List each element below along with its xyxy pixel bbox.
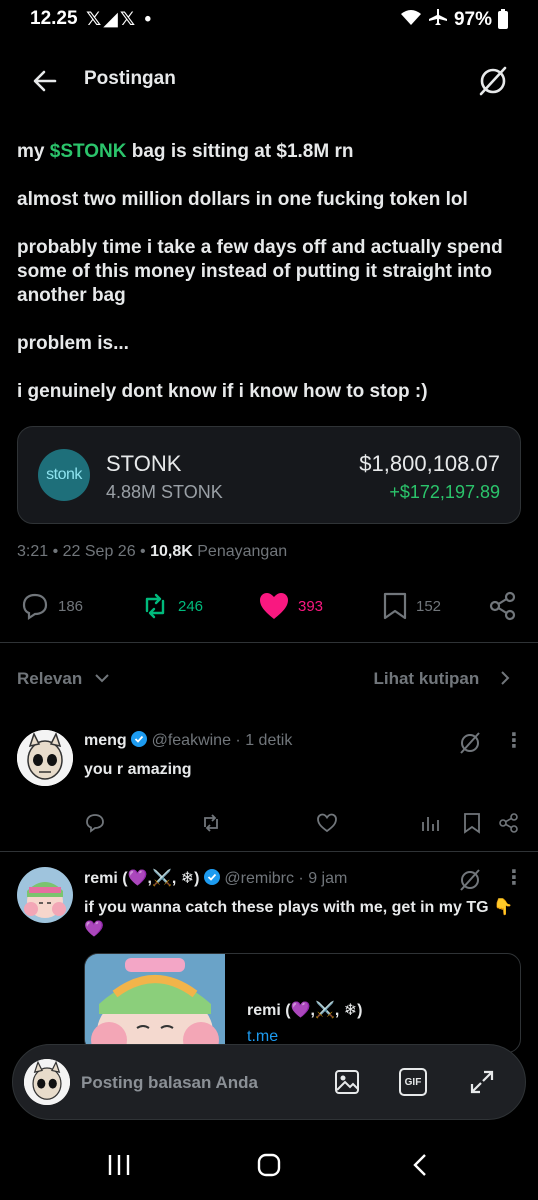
avatar[interactable] [17,867,73,923]
avatar [24,1059,70,1105]
more-options-icon[interactable]: ⋮ [504,865,524,890]
system-nav-bar [0,1128,538,1200]
reply-action-bookmark[interactable] [462,812,482,839]
reply-input[interactable]: Posting balasan Anda [81,1073,258,1093]
views-label: Penayangan [197,543,288,560]
status-right: 97% [400,8,508,32]
image-icon[interactable] [333,1068,361,1101]
notification-icons: 𝕏◢𝕏 • [86,9,154,30]
token-value: $1,800,108.07 [359,451,500,476]
wifi-icon [400,8,422,32]
recent-apps-icon[interactable] [106,1152,132,1183]
bookmark-icon [383,592,407,620]
post-paragraph-5: i genuinely dont know if i know how to s… [17,381,428,402]
like-button[interactable]: 393 [258,590,323,622]
expand-icon[interactable] [468,1068,496,1101]
token-name: STONK [106,451,182,476]
reply-text: if you wanna catch these plays with me, … [84,899,513,938]
verified-badge-icon [131,731,148,747]
reply-icon [86,814,104,833]
reply-composer[interactable]: Posting balasan Anda GIF [12,1044,526,1120]
repost-icon [145,593,165,619]
battery-icon [498,9,508,29]
reply-time: · 1 detik [235,732,293,749]
reply-author[interactable]: remi (💜,⚔️, ❄) [84,870,199,887]
reply-header: meng @feakwine · 1 detik [84,731,292,750]
nav-back-icon[interactable] [408,1152,434,1183]
battery-percent: 97% [453,9,492,30]
post-time: 3:21 [17,543,49,560]
chevron-down-icon [95,674,109,683]
airplane-icon [428,8,448,32]
gif-icon[interactable]: GIF [399,1068,427,1096]
repost-icon [204,814,218,832]
reply-icon [22,593,48,621]
heart-icon [317,813,337,833]
post-text: my $STONK bag is sitting at $1.8M rn alm… [17,140,517,428]
post-paragraph-3: probably time i take a few days off and … [17,237,503,306]
post-paragraph-4: problem is... [17,333,129,354]
bookmark-icon [464,813,480,834]
post-paragraph-2: almost two million dollars in one fuckin… [17,189,468,210]
view-quotes-link[interactable]: Lihat kutipan [373,669,512,689]
repost-button[interactable]: 246 [140,590,203,622]
token-card[interactable]: stonk STONK 4.88M STONK $1,800,108.07 +$… [17,426,521,524]
token-change: +$172,197.89 [389,482,500,502]
reply-time: · 9 jam [298,870,348,887]
divider [0,642,538,643]
reply-text: you r amazing [84,761,192,778]
chevron-right-icon [501,671,510,685]
divider [0,851,538,852]
heart-icon [260,593,288,619]
link-preview-card[interactable]: remi (💜,⚔️, ❄) t.me [84,953,521,1053]
grok-icon[interactable] [476,64,510,98]
reply-action-views[interactable] [420,812,442,839]
share-icon [499,813,518,833]
analytics-icon [422,817,439,831]
reply-button[interactable]: 186 [20,590,83,622]
reply-action-like[interactable] [316,812,338,839]
grok-icon[interactable] [457,730,483,756]
link-preview-image [85,954,225,1052]
bookmark-button[interactable]: 152 [382,590,441,622]
grok-icon[interactable] [457,867,483,893]
more-options-icon[interactable]: ⋮ [504,728,524,753]
reply-handle[interactable]: @remibrc [224,870,294,887]
token-amount: 4.88M STONK [106,482,223,502]
reply-author[interactable]: meng [84,732,127,749]
repost-count: 246 [178,597,204,615]
back-arrow-icon[interactable] [28,64,62,98]
bookmark-count: 152 [416,597,442,615]
post-meta: 3:21 • 22 Sep 26 • 10,8K Penayangan [17,543,288,560]
share-button[interactable] [488,590,518,622]
home-icon[interactable] [256,1152,282,1183]
page-title: Postingan [84,68,176,89]
sort-dropdown[interactable]: Relevan [17,669,111,689]
share-icon [489,591,516,621]
like-count: 393 [298,597,324,615]
reply-header: remi (💜,⚔️, ❄) @remibrc · 9 jam [84,868,347,888]
cashtag-link[interactable]: $STONK [50,141,127,162]
view-count: 10,8K [150,543,193,560]
verified-badge-icon [203,869,220,885]
token-logo: stonk [38,449,90,501]
status-bar: 12.25 𝕏◢𝕏 • 97% [0,0,538,36]
reply-count: 186 [58,597,84,615]
reply-action-share[interactable] [498,812,520,839]
status-time: 12.25 [30,8,78,29]
reply-action-repost[interactable] [200,812,222,839]
reply-handle[interactable]: @feakwine [152,732,231,749]
reply-action-reply[interactable] [84,812,106,839]
avatar[interactable] [17,730,73,786]
post-date: 22 Sep 26 [62,543,136,560]
link-preview-title: remi (💜,⚔️, ❄) [247,1002,363,1019]
